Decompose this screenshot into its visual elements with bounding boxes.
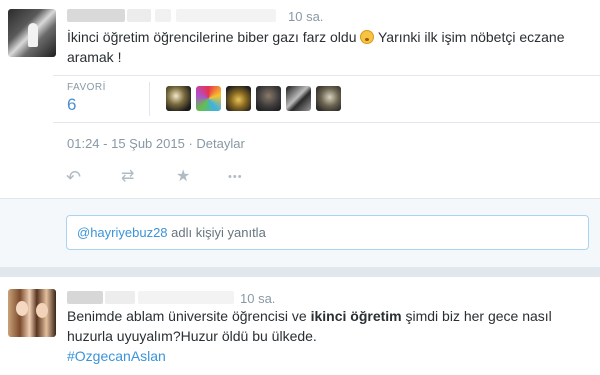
- blurred-username[interactable]: [155, 9, 171, 22]
- timeline-divider: [0, 267, 600, 277]
- avatar-face: [36, 303, 48, 318]
- tweet-stats: FAVORİ 6: [53, 75, 600, 123]
- reply-handle: @hayriyebuz28: [77, 225, 168, 240]
- retweet-icon[interactable]: ⇄: [121, 166, 134, 188]
- hashtag-link[interactable]: #OzgecanAslan: [67, 348, 166, 364]
- favoriter-avatar[interactable]: [286, 86, 311, 111]
- favoriter-avatar[interactable]: [256, 86, 281, 111]
- avatar-face: [16, 301, 28, 316]
- tweet-timestamp[interactable]: 10 sa.: [240, 291, 275, 306]
- avatar[interactable]: [8, 289, 56, 337]
- favoriter-avatar[interactable]: [226, 86, 251, 111]
- tweet-expanded: 10 sa. İkinci öğretim öğrencilerine bibe…: [0, 0, 600, 198]
- favorite-icon[interactable]: ★: [176, 166, 190, 188]
- tweet: 10 sa. Benimde ablam üniversite öğrencis…: [0, 277, 600, 375]
- tweet-text-main: İkinci öğretim öğrencilerine biber gazı …: [67, 29, 357, 45]
- reply-suffix: adlı kişiyi yanıtla: [167, 225, 266, 240]
- flushed-face-icon: [360, 30, 375, 44]
- stats-divider: [149, 82, 150, 116]
- more-icon[interactable]: •••: [228, 166, 243, 188]
- reply-input[interactable]: @hayriyebuz28 adlı kişiyi yanıtla: [66, 215, 589, 250]
- reply-icon[interactable]: ↶: [66, 166, 81, 188]
- favorites-count[interactable]: 6: [67, 95, 76, 115]
- tweet-text: İkinci öğretim öğrencilerine biber gazı …: [67, 27, 577, 67]
- tweet-datetime: 01:24 - 15 Şub 2015: [67, 136, 185, 151]
- blurred-username[interactable]: [127, 9, 151, 22]
- blurred-username[interactable]: [67, 291, 103, 304]
- tweet-text-before: Benimde ablam üniversite öğrencisi ve: [67, 308, 311, 324]
- tweet-text-bold: ikinci öğretim: [310, 308, 402, 324]
- details-link[interactable]: Detaylar: [196, 136, 244, 151]
- tweet-timestamp[interactable]: 10 sa.: [288, 9, 323, 24]
- blurred-username[interactable]: [67, 9, 125, 22]
- reply-area: @hayriyebuz28 adlı kişiyi yanıtla: [0, 198, 600, 267]
- tweet-text: Benimde ablam üniversite öğrencisi ve ik…: [67, 306, 587, 366]
- favoriter-avatar[interactable]: [166, 86, 191, 111]
- avatar-figure: [28, 23, 38, 47]
- avatar[interactable]: [8, 9, 56, 57]
- favorites-label[interactable]: FAVORİ: [67, 82, 106, 93]
- blurred-username[interactable]: [105, 291, 135, 304]
- favoriter-avatar[interactable]: [316, 86, 341, 111]
- tweet-date: 01:24 - 15 Şub 2015 · Detaylar: [67, 136, 245, 151]
- date-separator: ·: [184, 136, 197, 151]
- blurred-handle[interactable]: [138, 291, 234, 304]
- favoriter-avatar[interactable]: [196, 86, 221, 111]
- blurred-handle[interactable]: [176, 9, 276, 22]
